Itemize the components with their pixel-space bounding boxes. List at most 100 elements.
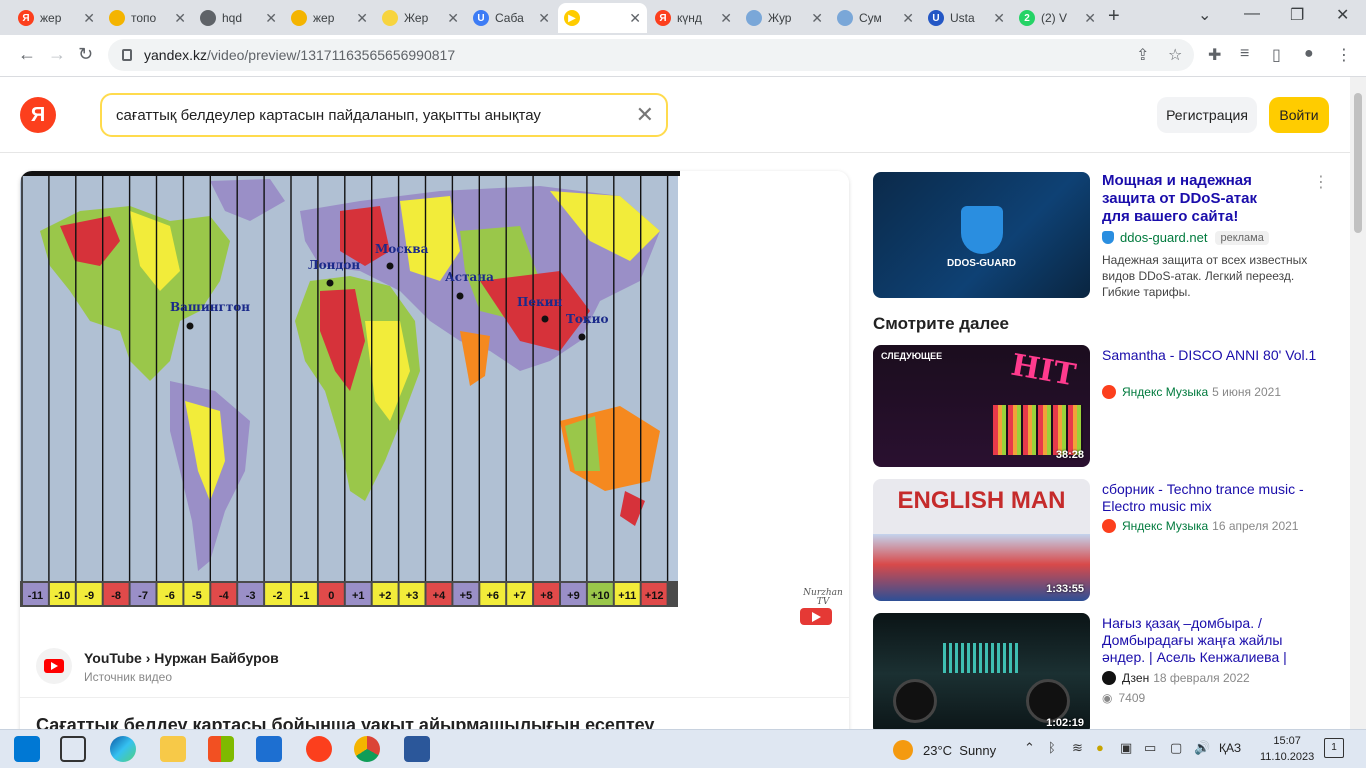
reload-icon[interactable]: ↻ [78,44,93,65]
word-icon[interactable] [404,736,430,762]
tab-item[interactable]: жер ✕ [285,3,374,33]
tab-item[interactable]: Яжер ✕ [12,3,101,33]
tab-item[interactable]: ▶ ✕ [558,3,647,33]
task-view-icon[interactable] [60,736,86,762]
recommendation-title[interactable]: Samantha - DISCO ANNI 80' Vol.1 [1102,347,1322,364]
battery-icon[interactable]: ▭ [1144,740,1156,756]
recommendation-source[interactable]: Яндекс Музыка [1122,519,1208,533]
app-tray-icon[interactable]: ● [1096,740,1104,755]
tab-close-icon[interactable]: ✕ [447,10,459,27]
mail-icon[interactable] [256,736,282,762]
browser-toolbar: ← → ↻ yandex.kz/video/preview/1317116356… [0,35,1366,77]
side-panel-icon[interactable]: ▯ [1272,45,1281,65]
edge-icon[interactable] [110,736,136,762]
yandex-browser-icon[interactable] [306,736,332,762]
ad-block[interactable]: DDOS-GUARD Мощная и надежная защита от D… [873,172,1333,302]
tab-search-chevron-icon[interactable]: ⌄ [1198,5,1211,25]
tab-item[interactable]: Жер ✕ [376,3,465,33]
tab-close-icon[interactable]: ✕ [720,10,732,27]
forward-icon[interactable]: → [48,44,66,65]
file-explorer-icon[interactable] [160,736,186,762]
media-control-icon[interactable]: ≡ [1240,45,1249,63]
tab-item[interactable]: Якүнд ✕ [649,3,738,33]
search-input[interactable]: сағаттық белдеулер картасын пайдаланып, … [116,107,636,124]
zone-label: +11 [618,590,636,602]
recommendation-item[interactable]: ENGLISH MAN 1:33:55 сборник - Techno tra… [873,479,1333,601]
tab-item[interactable]: 2 (2) V ✕ [1013,3,1102,33]
recommendation-source[interactable]: Дзен [1122,671,1149,685]
search-box[interactable]: сағаттық белдеулер картасын пайдаланып, … [100,93,668,137]
login-button[interactable]: Войти [1269,97,1329,133]
recommendation-item[interactable]: 1:02:19 Нағыз қазақ –домбыра. / Домбырад… [873,613,1333,729]
register-button[interactable]: Регистрация [1157,97,1257,133]
tray-chevron-icon[interactable]: ⌃ [1024,740,1035,756]
recommendation-meta: Яндекс Музыка 16 апреля 2021 [1102,519,1298,533]
tab-item[interactable]: U Саба ✕ [467,3,556,33]
tab-close-icon[interactable]: ✕ [993,10,1005,27]
weather-text: Sunny [959,742,997,758]
youtube-icon[interactable] [36,648,72,684]
url-text[interactable]: yandex.kz/video/preview/1317116356565699… [144,47,455,63]
recommendation-item[interactable]: СЛЕДУЮЩЕЕ HIT 38:28 Samantha - DISCO ANN… [873,345,1333,467]
tab-close-icon[interactable]: ✕ [538,10,550,27]
tab-close-icon[interactable]: ✕ [265,10,277,27]
notifications-icon[interactable]: 1 [1324,738,1344,758]
store-icon[interactable] [208,736,234,762]
monitor-icon[interactable]: ▢ [1170,740,1182,756]
restore-icon[interactable]: ❐ [1290,5,1304,25]
tab-item[interactable]: Жур ✕ [740,3,829,33]
back-icon[interactable]: ← [18,44,36,65]
tab-close-icon[interactable]: ✕ [629,10,641,27]
start-icon[interactable] [14,736,40,762]
tab-item[interactable]: hqd ✕ [194,3,283,33]
recommendation-title[interactable]: сборник - Techno trance music - Electro … [1102,481,1322,515]
tab-close-icon[interactable]: ✕ [174,10,186,27]
city-label: Лондон [308,258,360,272]
profile-icon[interactable]: ● [1304,45,1314,63]
tab-close-icon[interactable]: ✕ [902,10,914,27]
video-thumbnail[interactable]: СЛЕДУЮЩЕЕ HIT 38:28 [873,345,1090,467]
tab-item[interactable]: Сум ✕ [831,3,920,33]
menu-icon[interactable]: ⋮ [1336,45,1352,65]
recommendation-title[interactable]: Нағыз қазақ –домбыра. / Домбырадағы жаңғ… [1102,615,1322,666]
tab-label: жер [40,11,62,25]
ad-image[interactable]: DDOS-GUARD [873,172,1090,298]
close-window-icon[interactable]: ✕ [1336,5,1349,25]
tab-close-icon[interactable]: ✕ [811,10,823,27]
new-tab-button[interactable]: + [1108,5,1120,28]
clock[interactable]: 15:07 11.10.2023 [1260,733,1314,765]
language-indicator[interactable]: ҚАЗ [1219,741,1241,755]
weather-widget[interactable]: 23°C Sunny [893,740,996,760]
lock-icon[interactable] [122,49,132,61]
tab-close-icon[interactable]: ✕ [356,10,368,27]
ad-title[interactable]: Мощная и надежная защита от DDoS-атак дл… [1102,172,1282,226]
chrome-icon[interactable] [354,736,380,762]
more-options-icon[interactable]: ⋮ [1313,172,1329,192]
video-thumbnail[interactable]: ENGLISH MAN 1:33:55 [873,479,1090,601]
bluetooth-icon[interactable]: ᛒ [1048,740,1056,755]
video-source-name[interactable]: YouTube › Нуржан Байбуров [84,650,279,666]
video-player[interactable]: -11 -10 -9 -8 -7 -6 -5 -4 -3 -2 -1 0 +1 +2 +3 +4 +5 +6 +7 +… [20,171,849,636]
minimize-icon[interactable]: — [1244,5,1260,23]
address-bar[interactable]: yandex.kz/video/preview/1317116356565699… [108,39,1194,71]
tab-item[interactable]: U Usta ✕ [922,3,1011,33]
clear-search-icon[interactable]: ✕ [636,102,654,128]
extensions-icon[interactable]: ✚ [1208,45,1221,65]
yandex-logo[interactable]: Я [20,97,56,133]
shield-icon [1102,231,1114,244]
yandex-header: Я сағаттық белдеулер картасын пайдаланып… [0,77,1350,153]
page-scrollbar[interactable] [1350,77,1366,729]
ad-domain[interactable]: ddos-guard.net [1120,230,1207,245]
share-icon[interactable]: ⇪ [1136,45,1149,65]
tab-item[interactable]: топо ✕ [103,3,192,33]
bookmark-star-icon[interactable]: ☆ [1168,45,1182,65]
tab-close-icon[interactable]: ✕ [1084,10,1096,27]
video-thumbnail[interactable]: 1:02:19 [873,613,1090,729]
camera-icon[interactable]: ▣ [1120,740,1132,756]
scrollbar-thumb[interactable] [1354,93,1362,233]
ad-domain-row[interactable]: ddos-guard.net реклама [1102,230,1269,245]
recommendation-source[interactable]: Яндекс Музыка [1122,385,1208,399]
tab-close-icon[interactable]: ✕ [83,10,95,27]
wifi-icon[interactable]: ≋ [1072,740,1083,756]
volume-icon[interactable]: 🔊 [1194,740,1210,756]
